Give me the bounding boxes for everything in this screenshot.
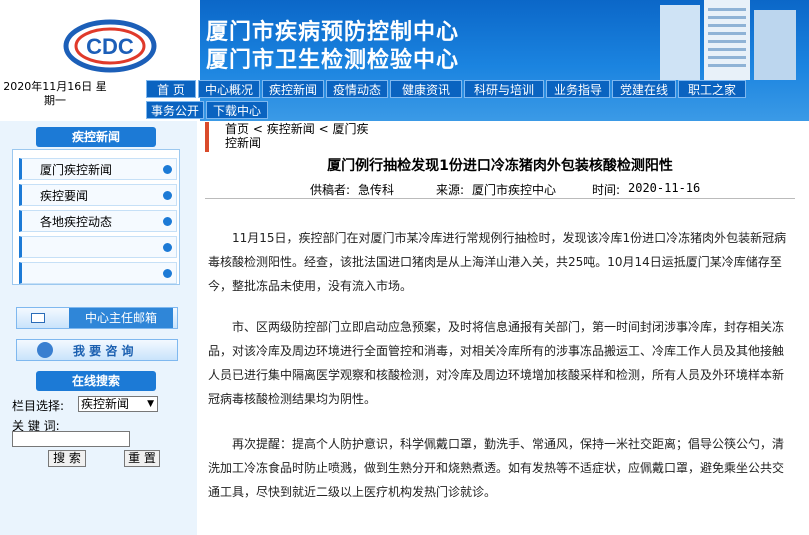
- sidebar-search-heading: 在线搜索: [36, 371, 156, 391]
- arrow-icon: [163, 269, 172, 278]
- breadcrumb-marker: [205, 122, 209, 152]
- column-label: 栏目选择:: [12, 399, 65, 413]
- search-button[interactable]: 搜 索: [48, 450, 86, 467]
- mail-icon: [31, 313, 45, 323]
- breadcrumb-separator: <: [252, 122, 267, 136]
- sidebar-item-label: 厦门疾控新闻: [40, 163, 113, 177]
- nav-overview[interactable]: 中心概况: [198, 80, 260, 98]
- source-value: 厦门市疾控中心: [472, 183, 557, 197]
- arrow-icon: [163, 217, 172, 226]
- nav-epidemic[interactable]: 疫情动态: [326, 80, 388, 98]
- nav-party[interactable]: 党建在线: [612, 80, 676, 98]
- sidebar: 疾控新闻 厦门疾控新闻 疾控要闻 各地疾控动态 中心主任邮箱 我 要 咨 询 在…: [0, 121, 197, 535]
- article-paragraph-1: 11月15日，疾控部门在对厦门市某冷库进行常规例行抽检时，发现该冷库1份进口冷冻…: [208, 231, 787, 293]
- sidebar-item-empty-1[interactable]: [19, 236, 177, 258]
- building-image: [660, 0, 796, 80]
- person-icon: [37, 342, 53, 358]
- time-value: 2020-11-16: [628, 181, 701, 195]
- site-title-line2: 厦门市卫生检测检验中心: [206, 47, 460, 73]
- consult-button[interactable]: 我 要 咨 询: [16, 339, 178, 361]
- nav-public-affairs[interactable]: 事务公开: [146, 101, 204, 119]
- current-date: 2020年11月16日 星期一: [3, 80, 107, 107]
- arrow-icon: [163, 165, 172, 174]
- svg-text:CDC: CDC: [86, 34, 134, 59]
- sidebar-item-key-news[interactable]: 疾控要闻: [19, 184, 177, 206]
- nav-research[interactable]: 科研与培训: [464, 80, 544, 98]
- nav-staff[interactable]: 职工之家: [678, 80, 746, 98]
- chevron-down-icon: ▼: [147, 399, 154, 409]
- article-paragraph-3: 再次提醒：提高个人防护意识，科学佩戴口罩，勤洗手、常通风，保持一米社交距离；倡导…: [208, 437, 785, 499]
- provider-value: 急传科: [358, 183, 395, 197]
- column-select-value: 疾控新闻: [81, 397, 130, 411]
- nav-download[interactable]: 下载中心: [206, 101, 268, 119]
- director-mailbox-button[interactable]: 中心主任邮箱: [16, 307, 178, 329]
- article-paragraph-2: 市、区两级防控部门立即启动应急预案，及时将信息通报有关部门，第一时间封闭涉事冷库…: [208, 320, 785, 406]
- provider-label: 供稿者:: [310, 183, 351, 197]
- article-title: 厦门例行抽检发现1份进口冷冻猪肉外包装核酸检测阳性: [327, 158, 673, 174]
- reset-button[interactable]: 重 置: [124, 450, 160, 467]
- sidebar-item-regional-news[interactable]: 各地疾控动态: [19, 210, 177, 232]
- time-label: 时间:: [592, 183, 621, 197]
- arrow-icon: [163, 191, 172, 200]
- consult-label: 我 要 咨 询: [73, 344, 134, 358]
- nav-health-info[interactable]: 健康资讯: [390, 80, 462, 98]
- nav-news[interactable]: 疾控新闻: [262, 80, 324, 98]
- cdc-logo: CDC: [63, 19, 157, 73]
- breadcrumb: 首页 < 疾控新闻 < 厦门疾控新闻: [210, 122, 380, 150]
- keyword-input[interactable]: [12, 431, 130, 447]
- divider: [205, 198, 795, 199]
- sidebar-item-label: 各地疾控动态: [40, 215, 113, 229]
- site-header: CDC 2020年11月16日 星期一 厦门市疾病预防控制中心 厦门市卫生检测检…: [0, 0, 809, 121]
- nav-home[interactable]: 首 页: [146, 80, 196, 98]
- mailbox-label: 中心主任邮箱: [69, 308, 173, 328]
- sidebar-news-heading: 疾控新闻: [36, 127, 156, 147]
- sidebar-news-list: 厦门疾控新闻 疾控要闻 各地疾控动态: [12, 149, 180, 285]
- breadcrumb-level1[interactable]: 疾控新闻: [267, 122, 315, 136]
- breadcrumb-separator: <: [318, 122, 333, 136]
- sidebar-item-empty-2[interactable]: [19, 262, 177, 284]
- breadcrumb-home[interactable]: 首页: [225, 122, 249, 136]
- source-label: 来源:: [436, 183, 465, 197]
- sidebar-item-xiamen-news[interactable]: 厦门疾控新闻: [19, 158, 177, 180]
- arrow-icon: [163, 243, 172, 252]
- sidebar-item-label: 疾控要闻: [40, 189, 89, 203]
- nav-guidance[interactable]: 业务指导: [546, 80, 610, 98]
- column-select[interactable]: 疾控新闻 ▼: [78, 396, 158, 412]
